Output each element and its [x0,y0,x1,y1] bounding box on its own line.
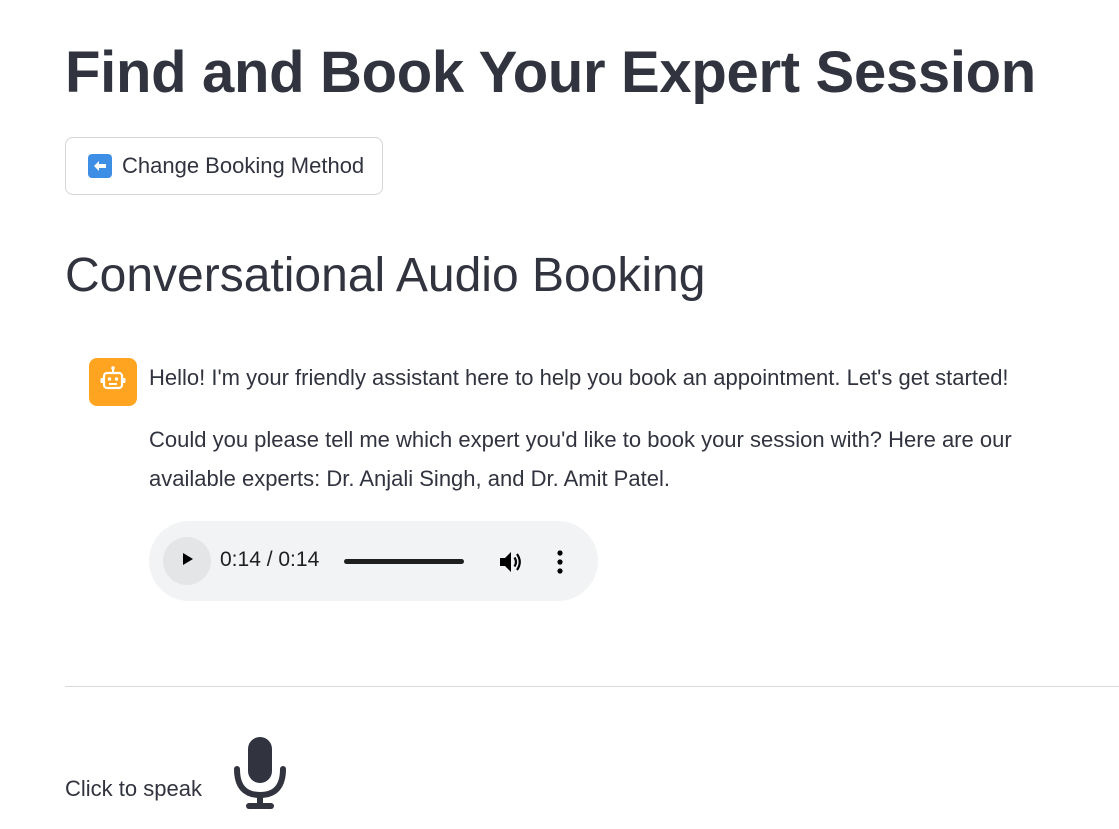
more-options-icon[interactable] [549,549,571,575]
assistant-message-greeting: Hello! I'm your friendly assistant here … [149,365,1009,390]
audio-player: 0:14 / 0:14 [149,521,598,601]
divider [65,686,1119,687]
left-arrow-icon [88,154,112,178]
page-title: Find and Book Your Expert Session [65,40,1036,105]
page: Find and Book Your Expert Session Change… [0,0,1119,829]
volume-icon[interactable] [497,548,525,576]
play-button[interactable] [163,537,211,585]
microphone-icon [232,737,288,815]
microphone-button[interactable] [232,735,288,811]
click-to-speak-label: Click to speak [65,776,202,801]
audio-progress-bar[interactable] [344,559,464,564]
change-booking-method-button[interactable]: Change Booking Method [65,137,383,195]
audio-time: 0:14 / 0:14 [220,548,320,571]
assistant-avatar [89,358,137,406]
section-title: Conversational Audio Booking [65,249,706,302]
play-icon [178,550,196,573]
robot-icon [98,365,128,400]
assistant-message-question: Could you please tell me which expert yo… [149,427,1012,491]
change-booking-method-label: Change Booking Method [122,153,365,178]
